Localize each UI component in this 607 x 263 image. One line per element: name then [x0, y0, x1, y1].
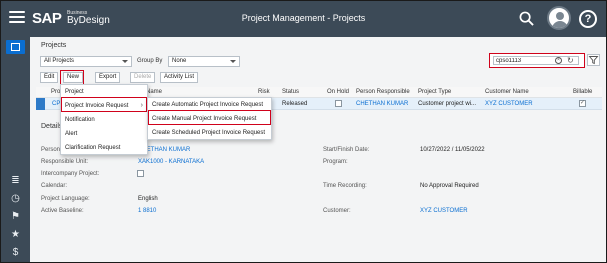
col-risk[interactable]: Risk	[258, 89, 270, 95]
chevron-down-icon	[122, 60, 128, 63]
billable-checkbox[interactable]	[579, 99, 586, 107]
dollar-icon[interactable]: $	[7, 247, 24, 259]
col-person-responsible[interactable]: Person Responsible	[356, 89, 410, 95]
col-status[interactable]: Status	[282, 89, 299, 95]
view-select-value: All Projects	[44, 58, 75, 64]
person-label: Person	[41, 147, 61, 153]
group-by-label: Group By	[137, 58, 163, 64]
col-billable[interactable]: Billable	[573, 89, 592, 95]
refresh-icon[interactable]: ↻	[567, 56, 574, 65]
filter-button[interactable]	[587, 54, 600, 66]
export-button[interactable]: Export	[95, 72, 121, 83]
user-avatar-icon[interactable]	[547, 6, 571, 30]
baseline-value[interactable]: 1 8810	[138, 208, 156, 214]
col-on-hold[interactable]: On Hold	[327, 89, 349, 95]
shell-bar: SAP Business ByDesign Project Management…	[1, 1, 606, 37]
clock-icon[interactable]: ◷	[7, 193, 24, 205]
col-name[interactable]: Name	[146, 89, 162, 95]
view-select[interactable]: All Projects	[40, 56, 132, 67]
language-label: Project Language:	[41, 196, 90, 202]
intercompany-label: Intercompany Project:	[41, 171, 100, 177]
menu-highlight-project-invoice-request	[61, 97, 147, 112]
time-recording-value: No Approval Required	[420, 183, 479, 189]
help-icon[interactable]: ?	[579, 10, 597, 28]
row-selector[interactable]	[36, 98, 45, 110]
chevron-down-icon	[230, 60, 236, 63]
left-navigation: ≣ ◷ ⚑ ★ $	[1, 37, 30, 262]
group-by-value: None	[172, 58, 187, 64]
intercompany-checkbox[interactable]	[137, 170, 144, 177]
list-icon[interactable]: ≣	[7, 175, 24, 187]
new-dropdown-menu: Project Project Invoice Request › Notifi…	[60, 84, 148, 155]
calendar-label: Calendar:	[41, 183, 68, 189]
delete-button[interactable]: Delete	[130, 72, 156, 83]
col-customer-name[interactable]: Customer Name	[485, 89, 529, 95]
submenu-highlight-manual	[148, 110, 271, 125]
section-title: Projects	[41, 42, 67, 49]
flag-icon[interactable]: ⚑	[7, 211, 24, 223]
status-cell: Released	[282, 101, 308, 107]
time-recording-label: Time Recording:	[323, 183, 367, 189]
filter-icon	[588, 56, 599, 65]
customer-value[interactable]: XYZ CUSTOMER	[420, 208, 468, 214]
customer-name-link[interactable]: XYZ CUSTOMER	[485, 101, 533, 107]
project-type-cell: Customer project wi...	[418, 101, 477, 107]
menu-item-notification[interactable]: Notification	[61, 113, 147, 127]
program-label: Program:	[323, 159, 348, 165]
clear-icon[interactable]: ×	[555, 57, 562, 64]
customer-label: Customer:	[323, 208, 351, 214]
activity-list-button[interactable]: Activity List	[160, 72, 199, 83]
dates-value: 10/27/2022 / 11/05/2022	[420, 147, 485, 153]
person-responsible-link[interactable]: CHETHAN KUMAR	[356, 101, 408, 107]
search-icon[interactable]	[519, 11, 534, 26]
dates-label: Start/Finish Date:	[323, 147, 370, 153]
new-button[interactable]: New	[63, 72, 84, 83]
workcenter-icon[interactable]	[6, 40, 25, 54]
edit-button[interactable]: Edit	[40, 72, 59, 83]
submenu-item-scheduled[interactable]: Create Scheduled Project Invoice Request	[148, 126, 271, 140]
star-icon[interactable]: ★	[7, 229, 24, 241]
language-value: English	[138, 196, 158, 202]
col-project-type[interactable]: Project Type	[418, 89, 451, 95]
menu-item-clarification-request[interactable]: Clarification Request	[61, 141, 147, 155]
responsible-unit-label: Responsible Unit:	[41, 159, 89, 165]
on-hold-checkbox[interactable]	[335, 100, 342, 107]
shell-title: Project Management - Projects	[241, 13, 366, 23]
baseline-label: Active Baseline:	[41, 208, 84, 214]
responsible-unit-value[interactable]: XAK1000 - KARNATAKA	[138, 159, 204, 165]
menu-item-alert[interactable]: Alert	[61, 127, 147, 141]
search-highlight: × ↻	[489, 53, 585, 68]
group-by-select[interactable]: None	[168, 56, 240, 67]
